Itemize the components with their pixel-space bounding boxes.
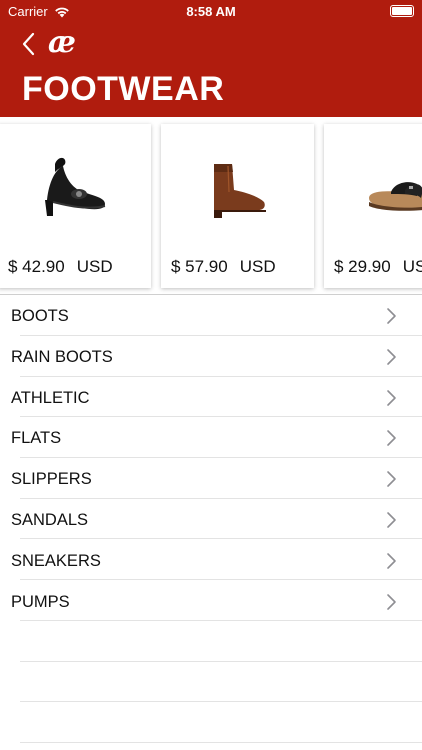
category-item-slippers[interactable]: SLIPPERS <box>0 458 422 499</box>
product-card[interactable]: $ 42.90 USD <box>0 124 151 288</box>
price-value: $ 57.90 <box>171 257 228 276</box>
product-price: $ 29.90 USD <box>334 257 422 277</box>
category-label: RAIN BOOTS <box>11 347 113 366</box>
product-card[interactable]: $ 29.90 USD <box>324 124 422 288</box>
price-currency: USD <box>239 257 276 276</box>
product-image-ankle-boot <box>161 124 314 249</box>
category-item-pumps[interactable]: PUMPS <box>0 581 422 622</box>
category-label: BOOTS <box>11 307 69 325</box>
category-item-flats[interactable]: FLATS <box>0 417 422 458</box>
brand-logo[interactable]: æ <box>48 28 76 60</box>
empty-row-separator <box>20 661 422 662</box>
empty-row-separator <box>20 742 422 743</box>
chevron-left-icon <box>22 32 35 56</box>
category-label: SLIPPERS <box>11 470 92 489</box>
status-time: 8:58 AM <box>186 4 236 19</box>
chevron-right-icon <box>387 348 396 365</box>
price-currency: USD <box>402 257 422 276</box>
price-currency: USD <box>76 257 113 276</box>
row-separator <box>20 620 422 621</box>
product-price: $ 42.90 USD <box>8 257 113 277</box>
empty-row-separator <box>20 701 422 702</box>
price-value: $ 29.90 <box>334 257 391 276</box>
nav-row: æ <box>0 26 422 62</box>
battery-level <box>392 7 412 15</box>
category-item-rain-boots[interactable]: RAIN BOOTS <box>0 336 422 377</box>
category-list: BOOTS RAIN BOOTS ATHLETIC FLATS SLIPPERS… <box>0 295 422 743</box>
heeled-sandal-image <box>44 157 105 216</box>
ankle-boot-image <box>213 163 266 218</box>
category-label: PUMPS <box>11 592 70 611</box>
product-image-heeled-sandal <box>0 124 151 249</box>
category-label: SNEAKERS <box>11 551 101 570</box>
battery-icon <box>390 5 414 17</box>
product-cards: $ 42.90 USD $ 57.90 USD $ 29.90 US <box>0 124 422 288</box>
chevron-right-icon <box>387 471 396 487</box>
product-carousel[interactable]: $ 42.90 USD $ 57.90 USD $ 29.90 US <box>0 117 422 295</box>
chevron-right-icon <box>387 308 396 324</box>
category-label: FLATS <box>11 429 62 448</box>
back-button[interactable] <box>16 28 42 60</box>
category-item-sandals[interactable]: SANDALS <box>0 499 422 540</box>
product-price: $ 57.90 USD <box>171 257 276 277</box>
category-label: SANDALS <box>11 510 89 529</box>
category-item-sneakers[interactable]: SNEAKERS <box>0 540 422 581</box>
product-image-slide-sandal <box>324 124 422 249</box>
category-item-boots[interactable]: BOOTS <box>0 295 422 336</box>
category-item-athletic[interactable]: ATHLETIC <box>0 377 422 418</box>
status-bar: Carrier 8:58 AM <box>0 0 422 22</box>
chevron-right-icon <box>387 389 396 406</box>
product-card[interactable]: $ 57.90 USD <box>161 124 314 288</box>
chevron-right-icon <box>387 593 396 610</box>
chevron-right-icon <box>387 512 396 528</box>
category-label: ATHLETIC <box>11 388 90 407</box>
page-title: FOOTWEAR <box>22 70 225 108</box>
header-bar: Carrier 8:58 AM æ FOOTWEAR <box>0 0 422 117</box>
chevron-right-icon <box>387 552 396 569</box>
slide-sandal-image <box>368 181 422 211</box>
price-value: $ 42.90 <box>8 257 65 276</box>
chevron-right-icon <box>387 430 396 447</box>
